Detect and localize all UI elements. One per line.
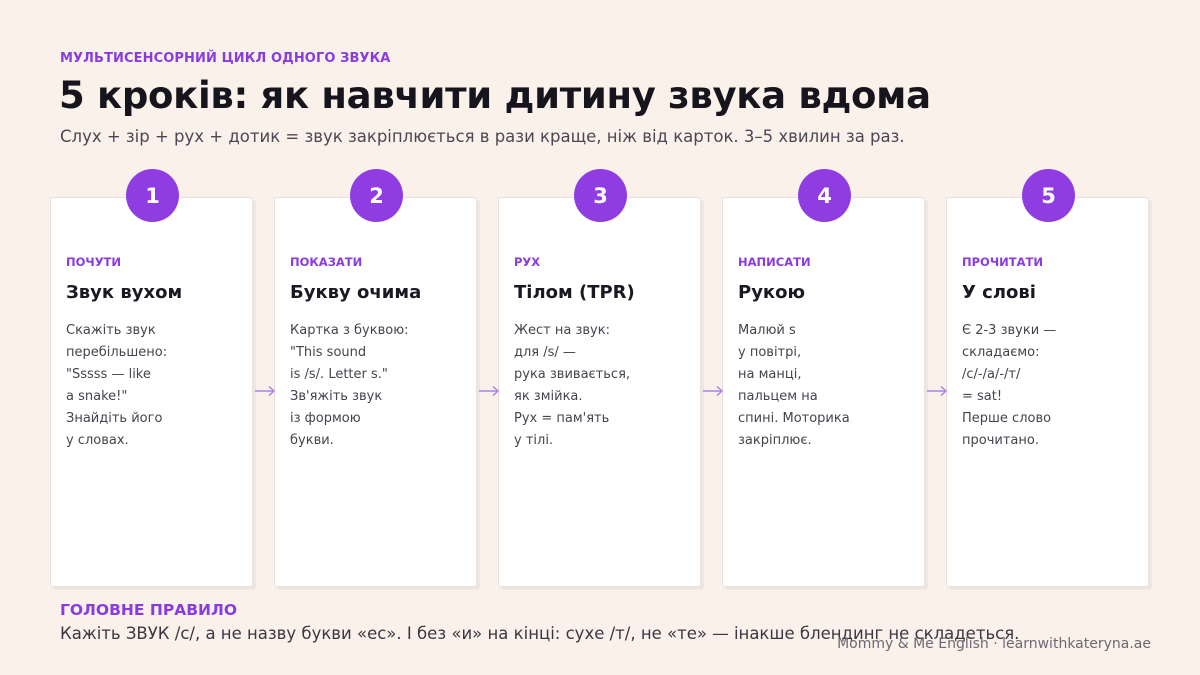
step-card-5: ПРОЧИТАТИ У слові Є 2-3 звуки — складаєм…: [946, 197, 1149, 587]
step-text: Картка з буквою: "This sound is /s/. Let…: [290, 323, 409, 448]
eyebrow-label: МУЛЬТИСЕНСОРНИЙ ЦИКЛ ОДНОГО ЗВУКА: [60, 51, 391, 66]
arrow-right-icon: [479, 385, 500, 397]
step-badge-2: 2: [350, 169, 403, 222]
arrow-right-icon: [927, 385, 948, 397]
step-label: НАПИСАТИ: [738, 255, 811, 269]
step-card-4: НАПИСАТИ Рукою Малюй s у повітрі, на ман…: [722, 197, 925, 587]
step-title: Тілом (TPR): [514, 282, 635, 303]
step-title: Рукою: [738, 282, 806, 303]
step-badge-1: 1: [126, 169, 179, 222]
step-label: ПРОЧИТАТИ: [962, 255, 1043, 269]
step-title: Букву очима: [290, 282, 422, 303]
page-title: 5 кроків: як навчити дитину звука вдома: [59, 74, 931, 117]
step-text: Є 2-3 звуки — складаємо: /с/-/а/-/т/ = s…: [962, 323, 1057, 448]
step-card-3: РУХ Тілом (TPR) Жест на звук: для /s/ — …: [498, 197, 701, 587]
step-text: Малюй s у повітрі, на манці, пальцем на …: [738, 323, 850, 448]
step-badge-3: 3: [574, 169, 627, 222]
arrow-right-icon: [255, 385, 276, 397]
rule-heading: ГОЛОВНЕ ПРАВИЛО: [60, 601, 238, 619]
step-label: ПОЧУТИ: [66, 255, 122, 269]
step-text: Скажіть звук перебільшено: "Sssss — like…: [66, 323, 168, 448]
step-text: Жест на звук: для /s/ — рука звивається,…: [514, 323, 631, 448]
step-badge-5: 5: [1022, 169, 1075, 222]
step-label: ПОКАЗАТИ: [290, 255, 363, 269]
step-label: РУХ: [514, 255, 541, 269]
step-title: Звук вухом: [66, 282, 183, 303]
footer-credit: Mommy & Me English · learnwithkateryna.a…: [837, 636, 1151, 652]
step-title: У слові: [962, 282, 1036, 303]
arrow-right-icon: [703, 385, 724, 397]
step-card-1: ПОЧУТИ Звук вухом Скажіть звук перебільш…: [50, 197, 253, 587]
step-card-2: ПОКАЗАТИ Букву очима Картка з буквою: "T…: [274, 197, 477, 587]
page-subtitle: Слух + зір + рух + дотик = звук закріплю…: [60, 127, 905, 146]
step-badge-4: 4: [798, 169, 851, 222]
